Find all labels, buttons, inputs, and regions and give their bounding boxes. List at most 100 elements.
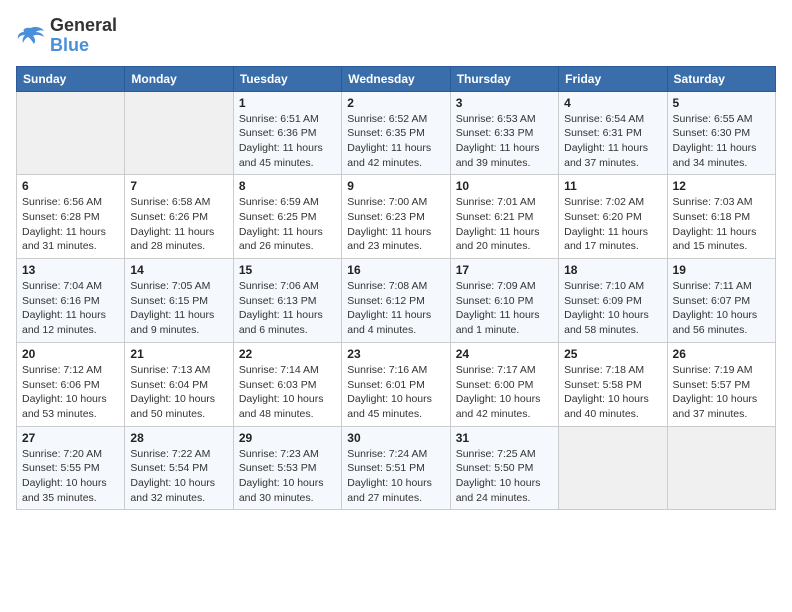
calendar-cell: 22 Sunrise: 7:14 AM Sunset: 6:03 PM Dayli… xyxy=(233,342,341,426)
calendar-cell: 10 Sunrise: 7:01 AM Sunset: 6:21 PM Dayli… xyxy=(450,175,558,259)
calendar-cell: 2 Sunrise: 6:52 AM Sunset: 6:35 PM Daylig… xyxy=(342,91,450,175)
day-info: Sunrise: 7:23 AM Sunset: 5:53 PM Dayligh… xyxy=(239,447,336,506)
day-info: Sunrise: 7:25 AM Sunset: 5:50 PM Dayligh… xyxy=(456,447,553,506)
calendar-cell: 9 Sunrise: 7:00 AM Sunset: 6:23 PM Daylig… xyxy=(342,175,450,259)
day-number: 3 xyxy=(456,96,553,110)
day-number: 23 xyxy=(347,347,444,361)
calendar-header: SundayMondayTuesdayWednesdayThursdayFrid… xyxy=(17,66,776,91)
day-number: 22 xyxy=(239,347,336,361)
day-number: 12 xyxy=(673,179,770,193)
day-info: Sunrise: 7:13 AM Sunset: 6:04 PM Dayligh… xyxy=(130,363,227,422)
calendar-cell xyxy=(667,426,775,510)
day-info: Sunrise: 7:10 AM Sunset: 6:09 PM Dayligh… xyxy=(564,279,661,338)
calendar-cell: 24 Sunrise: 7:17 AM Sunset: 6:00 PM Dayli… xyxy=(450,342,558,426)
day-number: 20 xyxy=(22,347,119,361)
calendar-cell: 31 Sunrise: 7:25 AM Sunset: 5:50 PM Dayli… xyxy=(450,426,558,510)
calendar-cell: 12 Sunrise: 7:03 AM Sunset: 6:18 PM Dayli… xyxy=(667,175,775,259)
calendar-week-1: 1Sunrise: 6:51 AM Sunset: 6:36 PM Daylig… xyxy=(17,91,776,175)
calendar-cell: 3Sunrise: 6:53 AM Sunset: 6:33 PM Daylig… xyxy=(450,91,558,175)
day-number: 5 xyxy=(673,96,770,110)
weekday-row: SundayMondayTuesdayWednesdayThursdayFrid… xyxy=(17,66,776,91)
calendar-body: 1Sunrise: 6:51 AM Sunset: 6:36 PM Daylig… xyxy=(17,91,776,510)
logo: General Blue xyxy=(16,16,117,56)
weekday-header-thursday: Thursday xyxy=(450,66,558,91)
day-info: Sunrise: 6:54 AM Sunset: 6:31 PM Dayligh… xyxy=(564,112,661,171)
calendar-cell: 14 Sunrise: 7:05 AM Sunset: 6:15 PM Dayli… xyxy=(125,259,233,343)
day-number: 1 xyxy=(239,96,336,110)
weekday-header-wednesday: Wednesday xyxy=(342,66,450,91)
day-info: Sunrise: 7:03 AM Sunset: 6:18 PM Dayligh… xyxy=(673,195,770,254)
day-info: Sunrise: 7:11 AM Sunset: 6:07 PM Dayligh… xyxy=(673,279,770,338)
day-number: 13 xyxy=(22,263,119,277)
calendar-week-5: 27 Sunrise: 7:20 AM Sunset: 5:55 PM Dayli… xyxy=(17,426,776,510)
day-number: 11 xyxy=(564,179,661,193)
day-info: Sunrise: 7:18 AM Sunset: 5:58 PM Dayligh… xyxy=(564,363,661,422)
day-number: 29 xyxy=(239,431,336,445)
day-number: 2 xyxy=(347,96,444,110)
day-info: Sunrise: 7:22 AM Sunset: 5:54 PM Dayligh… xyxy=(130,447,227,506)
day-number: 6 xyxy=(22,179,119,193)
calendar-cell: 18Sunrise: 7:10 AM Sunset: 6:09 PM Dayli… xyxy=(559,259,667,343)
calendar-cell: 7 Sunrise: 6:58 AM Sunset: 6:26 PM Daylig… xyxy=(125,175,233,259)
calendar-cell: 21 Sunrise: 7:13 AM Sunset: 6:04 PM Dayli… xyxy=(125,342,233,426)
day-number: 24 xyxy=(456,347,553,361)
calendar-cell: 13 Sunrise: 7:04 AM Sunset: 6:16 PM Dayli… xyxy=(17,259,125,343)
weekday-header-friday: Friday xyxy=(559,66,667,91)
weekday-header-sunday: Sunday xyxy=(17,66,125,91)
calendar-cell: 30Sunrise: 7:24 AM Sunset: 5:51 PM Dayli… xyxy=(342,426,450,510)
day-info: Sunrise: 7:17 AM Sunset: 6:00 PM Dayligh… xyxy=(456,363,553,422)
day-number: 7 xyxy=(130,179,227,193)
day-number: 14 xyxy=(130,263,227,277)
calendar-cell: 17 Sunrise: 7:09 AM Sunset: 6:10 PM Dayli… xyxy=(450,259,558,343)
calendar-cell xyxy=(559,426,667,510)
calendar-cell: 29 Sunrise: 7:23 AM Sunset: 5:53 PM Dayli… xyxy=(233,426,341,510)
calendar-cell xyxy=(125,91,233,175)
day-info: Sunrise: 7:14 AM Sunset: 6:03 PM Dayligh… xyxy=(239,363,336,422)
day-number: 4 xyxy=(564,96,661,110)
calendar-cell: 6 Sunrise: 6:56 AM Sunset: 6:28 PM Daylig… xyxy=(17,175,125,259)
day-number: 15 xyxy=(239,263,336,277)
weekday-header-monday: Monday xyxy=(125,66,233,91)
calendar-cell xyxy=(17,91,125,175)
calendar-cell: 1Sunrise: 6:51 AM Sunset: 6:36 PM Daylig… xyxy=(233,91,341,175)
day-info: Sunrise: 6:56 AM Sunset: 6:28 PM Dayligh… xyxy=(22,195,119,254)
day-number: 27 xyxy=(22,431,119,445)
day-info: Sunrise: 7:08 AM Sunset: 6:12 PM Dayligh… xyxy=(347,279,444,338)
calendar-cell: 16 Sunrise: 7:08 AM Sunset: 6:12 PM Dayli… xyxy=(342,259,450,343)
calendar-cell: 26Sunrise: 7:19 AM Sunset: 5:57 PM Dayli… xyxy=(667,342,775,426)
calendar-table: SundayMondayTuesdayWednesdayThursdayFrid… xyxy=(16,66,776,511)
day-info: Sunrise: 7:20 AM Sunset: 5:55 PM Dayligh… xyxy=(22,447,119,506)
day-info: Sunrise: 6:55 AM Sunset: 6:30 PM Dayligh… xyxy=(673,112,770,171)
day-info: Sunrise: 7:00 AM Sunset: 6:23 PM Dayligh… xyxy=(347,195,444,254)
day-info: Sunrise: 6:59 AM Sunset: 6:25 PM Dayligh… xyxy=(239,195,336,254)
weekday-header-saturday: Saturday xyxy=(667,66,775,91)
page-header: General Blue xyxy=(16,16,776,56)
calendar-cell: 5 Sunrise: 6:55 AM Sunset: 6:30 PM Daylig… xyxy=(667,91,775,175)
calendar-cell: 28 Sunrise: 7:22 AM Sunset: 5:54 PM Dayli… xyxy=(125,426,233,510)
calendar-week-3: 13 Sunrise: 7:04 AM Sunset: 6:16 PM Dayli… xyxy=(17,259,776,343)
day-info: Sunrise: 7:02 AM Sunset: 6:20 PM Dayligh… xyxy=(564,195,661,254)
day-info: Sunrise: 7:16 AM Sunset: 6:01 PM Dayligh… xyxy=(347,363,444,422)
day-number: 9 xyxy=(347,179,444,193)
calendar-week-4: 20Sunrise: 7:12 AM Sunset: 6:06 PM Dayli… xyxy=(17,342,776,426)
day-number: 21 xyxy=(130,347,227,361)
calendar-week-2: 6 Sunrise: 6:56 AM Sunset: 6:28 PM Daylig… xyxy=(17,175,776,259)
day-number: 26 xyxy=(673,347,770,361)
weekday-header-tuesday: Tuesday xyxy=(233,66,341,91)
calendar-cell: 20Sunrise: 7:12 AM Sunset: 6:06 PM Dayli… xyxy=(17,342,125,426)
calendar-cell: 11 Sunrise: 7:02 AM Sunset: 6:20 PM Dayli… xyxy=(559,175,667,259)
day-number: 28 xyxy=(130,431,227,445)
calendar-cell: 25Sunrise: 7:18 AM Sunset: 5:58 PM Dayli… xyxy=(559,342,667,426)
day-info: Sunrise: 6:58 AM Sunset: 6:26 PM Dayligh… xyxy=(130,195,227,254)
day-number: 31 xyxy=(456,431,553,445)
day-info: Sunrise: 7:01 AM Sunset: 6:21 PM Dayligh… xyxy=(456,195,553,254)
day-number: 10 xyxy=(456,179,553,193)
day-number: 17 xyxy=(456,263,553,277)
day-info: Sunrise: 6:52 AM Sunset: 6:35 PM Dayligh… xyxy=(347,112,444,171)
day-number: 16 xyxy=(347,263,444,277)
day-info: Sunrise: 7:05 AM Sunset: 6:15 PM Dayligh… xyxy=(130,279,227,338)
day-number: 8 xyxy=(239,179,336,193)
logo-text: General Blue xyxy=(50,16,117,56)
day-info: Sunrise: 7:09 AM Sunset: 6:10 PM Dayligh… xyxy=(456,279,553,338)
day-info: Sunrise: 7:04 AM Sunset: 6:16 PM Dayligh… xyxy=(22,279,119,338)
